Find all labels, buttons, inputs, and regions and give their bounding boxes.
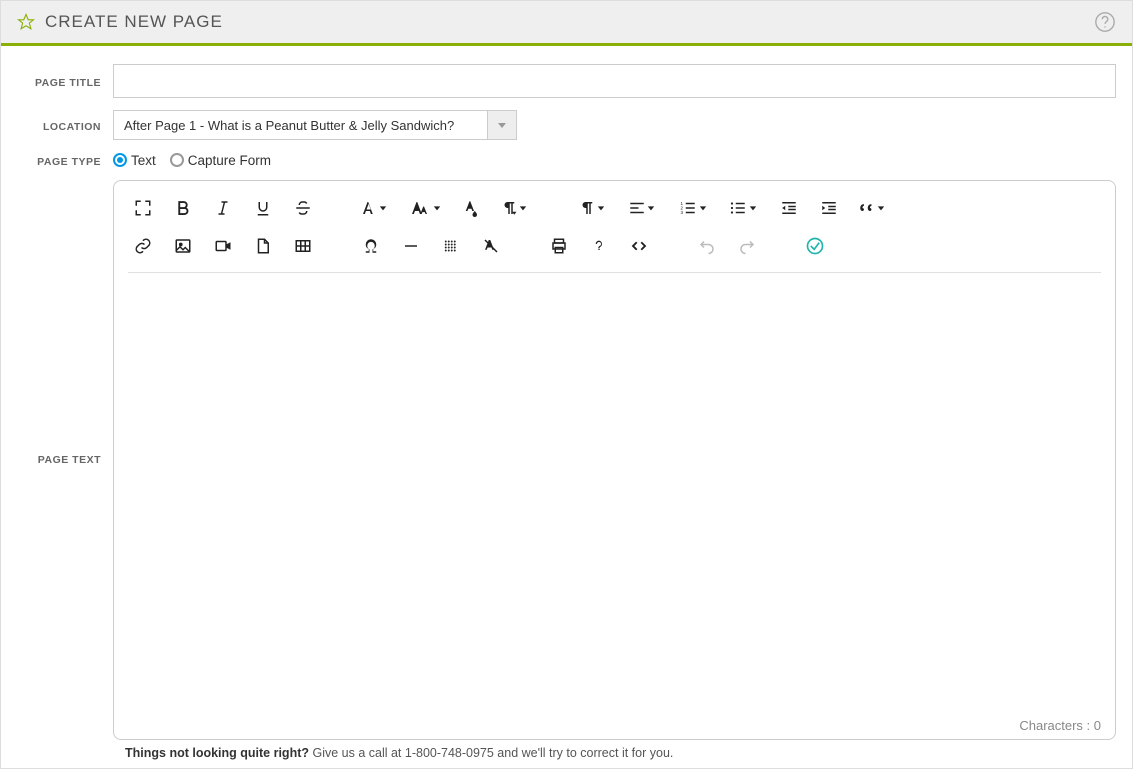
help-icon[interactable] bbox=[1094, 11, 1116, 33]
strikethrough-icon[interactable] bbox=[288, 193, 318, 223]
help-footer: Things not looking quite right? Give us … bbox=[17, 740, 1116, 760]
panel-title: CREATE NEW PAGE bbox=[45, 12, 223, 32]
page-title-label: PAGE TITLE bbox=[17, 73, 113, 89]
page-title-input[interactable] bbox=[113, 64, 1116, 98]
font-family-icon[interactable] bbox=[356, 193, 396, 223]
table-icon[interactable] bbox=[288, 231, 318, 261]
spellcheck-icon[interactable] bbox=[800, 231, 830, 261]
radio-text-label: Text bbox=[131, 153, 156, 168]
char-label: Characters : bbox=[1019, 718, 1093, 733]
page-text-label: PAGE TEXT bbox=[17, 180, 113, 740]
undo-icon[interactable] bbox=[692, 231, 722, 261]
rich-text-editor: 123 bbox=[113, 180, 1116, 740]
paragraph-style-icon[interactable] bbox=[574, 193, 614, 223]
emoticons-icon[interactable] bbox=[436, 231, 466, 261]
underline-icon[interactable] bbox=[248, 193, 278, 223]
image-icon[interactable] bbox=[168, 231, 198, 261]
font-size-icon[interactable] bbox=[406, 193, 446, 223]
radio-button-icon bbox=[113, 153, 127, 167]
page-type-label: PAGE TYPE bbox=[17, 152, 113, 168]
location-selected-value: After Page 1 - What is a Peanut Butter &… bbox=[113, 110, 487, 140]
fullscreen-icon[interactable] bbox=[128, 193, 158, 223]
paragraph-format-icon[interactable] bbox=[496, 193, 536, 223]
radio-text[interactable]: Text bbox=[113, 153, 156, 168]
unordered-list-icon[interactable] bbox=[724, 193, 764, 223]
star-icon bbox=[17, 13, 35, 31]
file-icon[interactable] bbox=[248, 231, 278, 261]
help-footer-text: Give us a call at 1-800-748-0975 and we'… bbox=[309, 746, 673, 760]
svg-text:3: 3 bbox=[681, 210, 684, 215]
italic-icon[interactable] bbox=[208, 193, 238, 223]
chevron-down-icon[interactable] bbox=[487, 110, 517, 140]
indent-icon[interactable] bbox=[814, 193, 844, 223]
print-icon[interactable] bbox=[544, 231, 574, 261]
text-color-icon[interactable] bbox=[456, 193, 486, 223]
location-select[interactable]: After Page 1 - What is a Peanut Butter &… bbox=[113, 110, 517, 140]
link-icon[interactable] bbox=[128, 231, 158, 261]
code-view-icon[interactable] bbox=[624, 231, 654, 261]
location-label: LOCATION bbox=[17, 117, 113, 133]
char-count: 0 bbox=[1094, 718, 1101, 733]
ordered-list-icon[interactable]: 123 bbox=[674, 193, 714, 223]
editor-content-area[interactable] bbox=[114, 273, 1115, 712]
help-footer-bold: Things not looking quite right? bbox=[125, 746, 309, 760]
redo-icon[interactable] bbox=[732, 231, 762, 261]
outdent-icon[interactable] bbox=[774, 193, 804, 223]
create-page-panel: CREATE NEW PAGE PAGE TITLE LOCATION Afte… bbox=[0, 0, 1133, 769]
align-icon[interactable] bbox=[624, 193, 664, 223]
panel-header: CREATE NEW PAGE bbox=[1, 1, 1132, 46]
panel-body: PAGE TITLE LOCATION After Page 1 - What … bbox=[1, 46, 1132, 768]
bold-icon[interactable] bbox=[168, 193, 198, 223]
radio-capture-form-label: Capture Form bbox=[188, 153, 271, 168]
quote-icon[interactable] bbox=[854, 193, 894, 223]
help-toolbar-icon[interactable] bbox=[584, 231, 614, 261]
radio-capture-form[interactable]: Capture Form bbox=[170, 153, 271, 168]
video-icon[interactable] bbox=[208, 231, 238, 261]
special-char-icon[interactable] bbox=[356, 231, 386, 261]
page-type-radio-group: Text Capture Form bbox=[113, 153, 271, 168]
horizontal-rule-icon[interactable] bbox=[396, 231, 426, 261]
radio-button-icon bbox=[170, 153, 184, 167]
editor-footer: Characters : 0 bbox=[114, 712, 1115, 739]
editor-toolbar: 123 bbox=[114, 181, 1115, 273]
clear-format-icon[interactable] bbox=[476, 231, 506, 261]
